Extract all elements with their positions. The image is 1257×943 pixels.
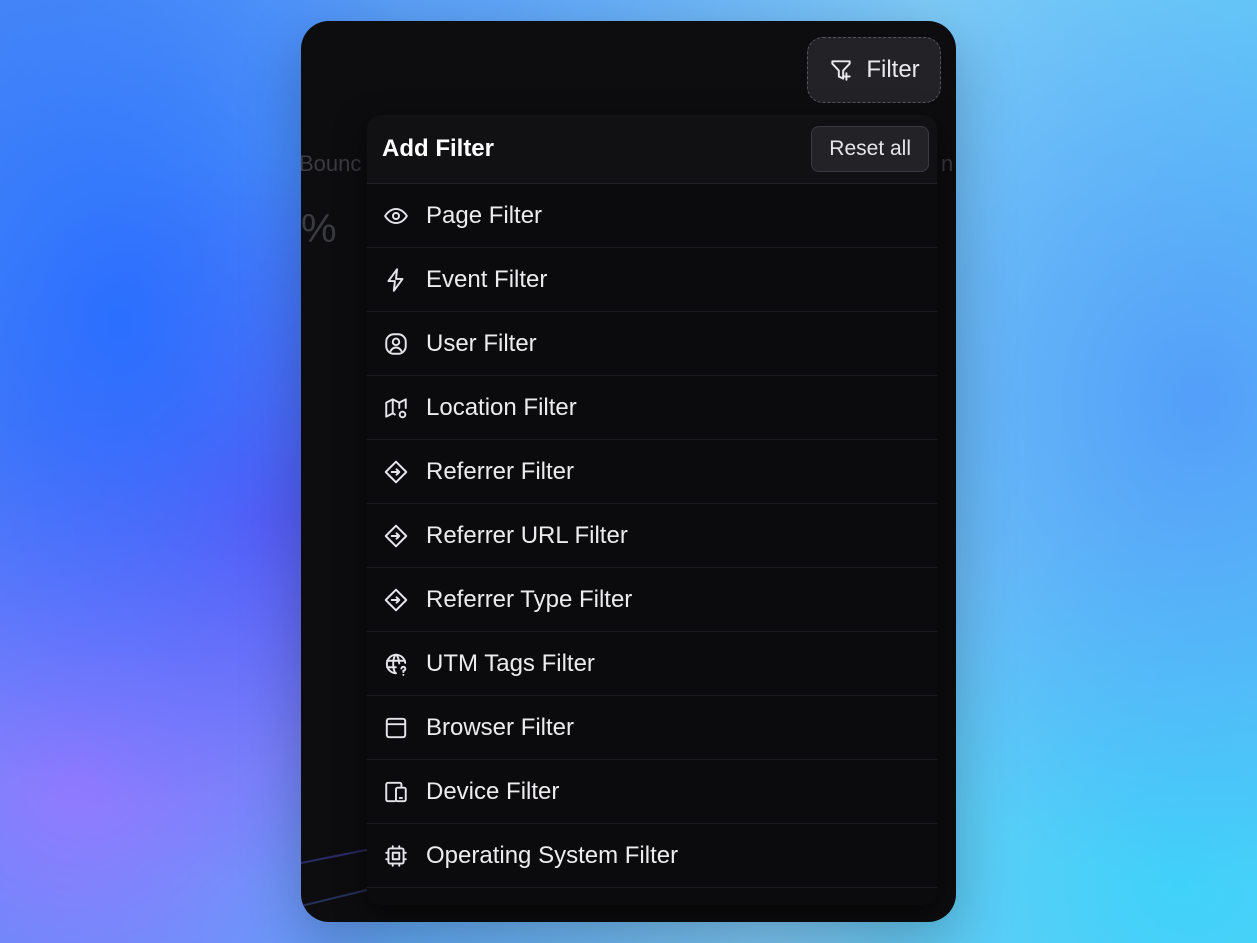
map-pin-icon	[383, 395, 409, 421]
menu-item-event-filter[interactable]: Event Filter	[367, 248, 937, 312]
add-filter-dropdown: Add Filter Reset all Page Filter Event F…	[367, 115, 937, 905]
dropdown-header: Add Filter Reset all	[367, 115, 937, 184]
filter-button[interactable]: Filter	[807, 37, 941, 103]
filter-plus-icon	[828, 57, 854, 83]
menu-item-label: Referrer Filter	[426, 457, 575, 485]
bounce-rate-label-partial: Bounc	[301, 151, 362, 176]
menu-item-label: Operating System Filter	[426, 841, 679, 869]
direction-sign-icon	[383, 459, 409, 485]
menu-item-page-filter[interactable]: Page Filter	[367, 184, 937, 248]
dropdown-title: Add Filter	[382, 135, 494, 162]
menu-item-label: Location Filter	[426, 393, 577, 421]
world-question-icon	[383, 651, 409, 677]
menu-item-label: Browser Filter	[426, 713, 575, 741]
direction-sign-icon	[383, 523, 409, 549]
menu-item-label: Referrer Type Filter	[426, 585, 633, 613]
eye-icon	[383, 203, 409, 229]
menu-item-browser-filter[interactable]: Browser Filter	[367, 696, 937, 760]
menu-item-label: User Filter	[426, 329, 537, 357]
menu-item-referrer-filter[interactable]: Referrer Filter	[367, 440, 937, 504]
stat-label-partial: n	[941, 151, 954, 176]
cpu-icon	[383, 843, 409, 869]
bolt-icon	[383, 267, 409, 293]
menu-item-label: Device Filter	[426, 777, 560, 805]
menu-item-location-filter[interactable]: Location Filter	[367, 376, 937, 440]
menu-item-device-filter[interactable]: Device Filter	[367, 760, 937, 824]
menu-item-label: Referrer URL Filter	[426, 521, 628, 549]
menu-item-label: Event Filter	[426, 265, 548, 293]
user-circle-icon	[383, 331, 409, 357]
browser-window-icon	[383, 715, 409, 741]
menu-item-referrer-type-filter[interactable]: Referrer Type Filter	[367, 568, 937, 632]
devices-icon	[383, 779, 409, 805]
menu-item-label: UTM Tags Filter	[426, 649, 595, 677]
menu-item-user-filter[interactable]: User Filter	[367, 312, 937, 376]
direction-sign-icon	[383, 587, 409, 613]
menu-item-referrer-url-filter[interactable]: Referrer URL Filter	[367, 504, 937, 568]
bounce-rate-value-partial: %	[301, 207, 337, 251]
reset-all-button[interactable]: Reset all	[811, 126, 929, 172]
filter-button-label: Filter	[866, 56, 920, 83]
menu-item-operating-system-filter[interactable]: Operating System Filter	[367, 824, 937, 888]
menu-item-utm-tags-filter[interactable]: UTM Tags Filter	[367, 632, 937, 696]
menu-item-label: Page Filter	[426, 201, 543, 229]
analytics-card: Bounc % n Filter Add Filter Reset all Pa…	[301, 21, 956, 922]
